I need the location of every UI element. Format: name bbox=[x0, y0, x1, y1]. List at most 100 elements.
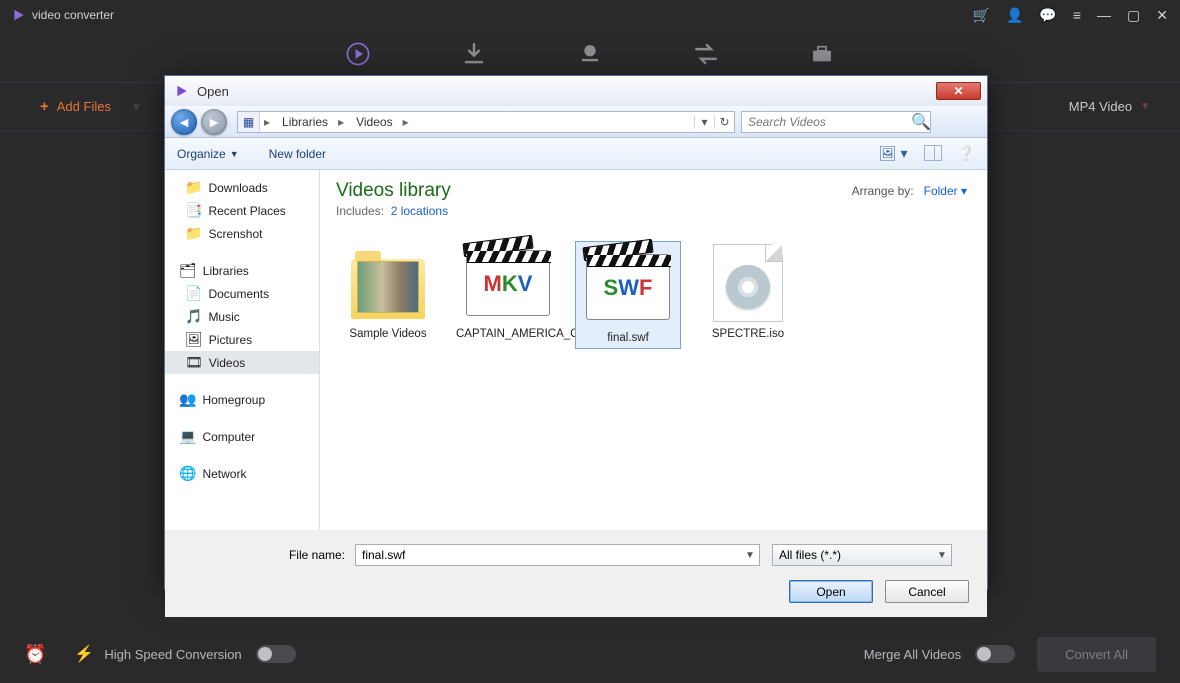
high-speed-toggle[interactable] bbox=[256, 645, 296, 663]
locations-link[interactable]: 2 locations bbox=[391, 204, 448, 218]
user-icon[interactable]: 👤 bbox=[1006, 7, 1023, 24]
tree-recent-places[interactable]: 📑Recent Places bbox=[165, 199, 319, 222]
clock-icon[interactable]: ⏰ bbox=[24, 644, 46, 665]
file-sample-videos[interactable]: Sample Videos bbox=[336, 242, 440, 348]
folder-icon: 📁 bbox=[185, 179, 202, 196]
arrange-by[interactable]: Arrange by: Folder ▾ bbox=[852, 184, 967, 198]
app-small-icon bbox=[175, 84, 189, 98]
output-format-dropdown[interactable]: MP4 Video ▼ bbox=[1069, 99, 1150, 114]
filename-label: File name: bbox=[165, 548, 355, 562]
network-icon: 🌐 bbox=[179, 465, 196, 482]
filename-combobox[interactable]: ▼ bbox=[355, 544, 760, 566]
recent-icon: 📑 bbox=[185, 202, 202, 219]
breadcrumb-dropdown-icon[interactable]: ▾ bbox=[694, 115, 714, 129]
cart-icon[interactable]: 🛒 bbox=[973, 7, 990, 24]
folder-icon bbox=[351, 259, 425, 319]
crumb-sep-icon: ▸ bbox=[399, 115, 413, 129]
arrange-value[interactable]: Folder ▾ bbox=[924, 184, 967, 198]
documents-icon: 📄 bbox=[185, 285, 202, 302]
minimize-icon[interactable]: — bbox=[1097, 7, 1111, 23]
app-title: video converter bbox=[32, 8, 114, 22]
chevron-down-icon: ▼ bbox=[1140, 101, 1150, 112]
chevron-down-icon[interactable]: ▼ bbox=[741, 550, 759, 561]
file-label: final.swf bbox=[576, 332, 680, 344]
cancel-button[interactable]: Cancel bbox=[885, 580, 969, 603]
file-label: CAPTAIN_AMERICA_CIVIL_WAR.mkv bbox=[456, 328, 560, 340]
video-mkv-icon: MKV bbox=[466, 250, 550, 316]
tree-pictures[interactable]: 🖼Pictures bbox=[165, 328, 319, 351]
output-format-label: MP4 Video bbox=[1069, 99, 1132, 114]
plus-icon: + bbox=[40, 98, 49, 115]
breadcrumb[interactable]: ▦ ▸ Libraries ▸ Videos ▸ ▾ ↻ bbox=[237, 111, 735, 133]
search-input[interactable] bbox=[742, 115, 911, 129]
dialog-title: Open bbox=[197, 84, 229, 99]
refresh-icon[interactable]: ↻ bbox=[714, 115, 734, 129]
add-files-button[interactable]: + Add Files ▾ bbox=[40, 98, 140, 115]
nav-convert-icon[interactable] bbox=[345, 41, 371, 72]
file-captain-america-mkv[interactable]: MKV CAPTAIN_AMERICA_CIVIL_WAR.mkv bbox=[456, 242, 560, 348]
help-icon[interactable]: ❔ bbox=[958, 145, 975, 162]
bolt-icon: ⚡ bbox=[74, 644, 94, 664]
dialog-footer: File name: ▼ All files (*.*) ▼ Open Canc… bbox=[165, 530, 987, 617]
convert-all-button[interactable]: Convert All bbox=[1037, 637, 1156, 672]
search-box[interactable]: 🔍 bbox=[741, 111, 931, 133]
nav-tree: 📁Downloads 📑Recent Places 📁Screnshot 🗂Li… bbox=[165, 170, 320, 530]
nav-forward-button[interactable]: ► bbox=[201, 109, 227, 135]
chevron-down-icon: ▼ bbox=[230, 149, 239, 159]
high-speed-label: High Speed Conversion bbox=[104, 647, 241, 662]
preview-pane-icon[interactable] bbox=[924, 145, 942, 161]
view-mode-icon[interactable]: 🖼 ▾ bbox=[879, 145, 908, 162]
app-titlebar: video converter 🛒 👤 💬 ≡ — ▢ ✕ bbox=[0, 0, 1180, 30]
tree-screnshot[interactable]: 📁Screnshot bbox=[165, 222, 319, 245]
file-spectre-iso[interactable]: SPECTRE.iso bbox=[696, 242, 800, 348]
app-logo: video converter bbox=[12, 8, 114, 22]
file-filter-dropdown[interactable]: All files (*.*) ▼ bbox=[772, 544, 952, 566]
merge-toggle[interactable] bbox=[975, 645, 1015, 663]
organize-menu[interactable]: Organize ▼ bbox=[177, 147, 239, 161]
pictures-icon: 🖼 bbox=[185, 331, 203, 348]
dialog-titlebar: Open ✕ bbox=[165, 76, 987, 106]
window-close-icon[interactable]: ✕ bbox=[1156, 7, 1168, 24]
dialog-close-button[interactable]: ✕ bbox=[936, 82, 981, 100]
file-pane: Videos library Includes: 2 locations Arr… bbox=[320, 170, 987, 530]
open-button[interactable]: Open bbox=[789, 580, 873, 603]
tree-libraries[interactable]: 🗂Libraries bbox=[165, 259, 319, 282]
nav-toolbox-icon[interactable] bbox=[809, 41, 835, 72]
computer-icon: 💻 bbox=[179, 428, 196, 445]
crumb-videos[interactable]: Videos bbox=[348, 115, 398, 129]
crumb-libraries[interactable]: Libraries bbox=[274, 115, 334, 129]
nav-back-button[interactable]: ◄ bbox=[171, 109, 197, 135]
menu-icon[interactable]: ≡ bbox=[1073, 7, 1081, 23]
open-file-dialog: Open ✕ ◄ ► ▦ ▸ Libraries ▸ Videos ▸ ▾ ↻ … bbox=[164, 75, 988, 590]
new-folder-button[interactable]: New folder bbox=[269, 147, 326, 161]
nav-download-icon[interactable] bbox=[461, 41, 487, 72]
filename-input[interactable] bbox=[356, 548, 741, 562]
file-label: SPECTRE.iso bbox=[696, 328, 800, 340]
folder-icon: 📁 bbox=[185, 225, 202, 242]
libraries-icon: 🗂 bbox=[179, 262, 197, 279]
tree-music[interactable]: 🎵Music bbox=[165, 305, 319, 328]
chevron-down-icon: ▾ bbox=[133, 99, 140, 115]
nav-transfer-icon[interactable] bbox=[693, 41, 719, 72]
file-final-swf[interactable]: SWF final.swf bbox=[576, 242, 680, 348]
merge-label: Merge All Videos bbox=[864, 647, 961, 662]
chevron-down-icon: ▼ bbox=[933, 550, 951, 561]
tree-computer[interactable]: 💻Computer bbox=[165, 425, 319, 448]
tree-network[interactable]: 🌐Network bbox=[165, 462, 319, 485]
tree-downloads[interactable]: 📁Downloads bbox=[165, 176, 319, 199]
library-subtitle: Includes: 2 locations bbox=[336, 204, 971, 218]
message-icon[interactable]: 💬 bbox=[1039, 7, 1056, 24]
tree-homegroup[interactable]: 👥Homegroup bbox=[165, 388, 319, 411]
bottom-bar: ⏰ ⚡ High Speed Conversion Merge All Vide… bbox=[0, 625, 1180, 683]
crumb-sep-icon: ▸ bbox=[260, 115, 274, 129]
tree-documents[interactable]: 📄Documents bbox=[165, 282, 319, 305]
music-icon: 🎵 bbox=[185, 308, 202, 325]
nav-record-icon[interactable] bbox=[577, 41, 603, 72]
search-icon[interactable]: 🔍 bbox=[911, 112, 931, 132]
video-swf-icon: SWF bbox=[586, 254, 670, 320]
homegroup-icon: 👥 bbox=[179, 391, 196, 408]
maximize-icon[interactable]: ▢ bbox=[1127, 7, 1140, 24]
videos-icon: 🎞 bbox=[185, 354, 203, 371]
tree-videos[interactable]: 🎞Videos bbox=[165, 351, 319, 374]
dialog-toolbar: Organize ▼ New folder 🖼 ▾ ❔ bbox=[165, 138, 987, 170]
